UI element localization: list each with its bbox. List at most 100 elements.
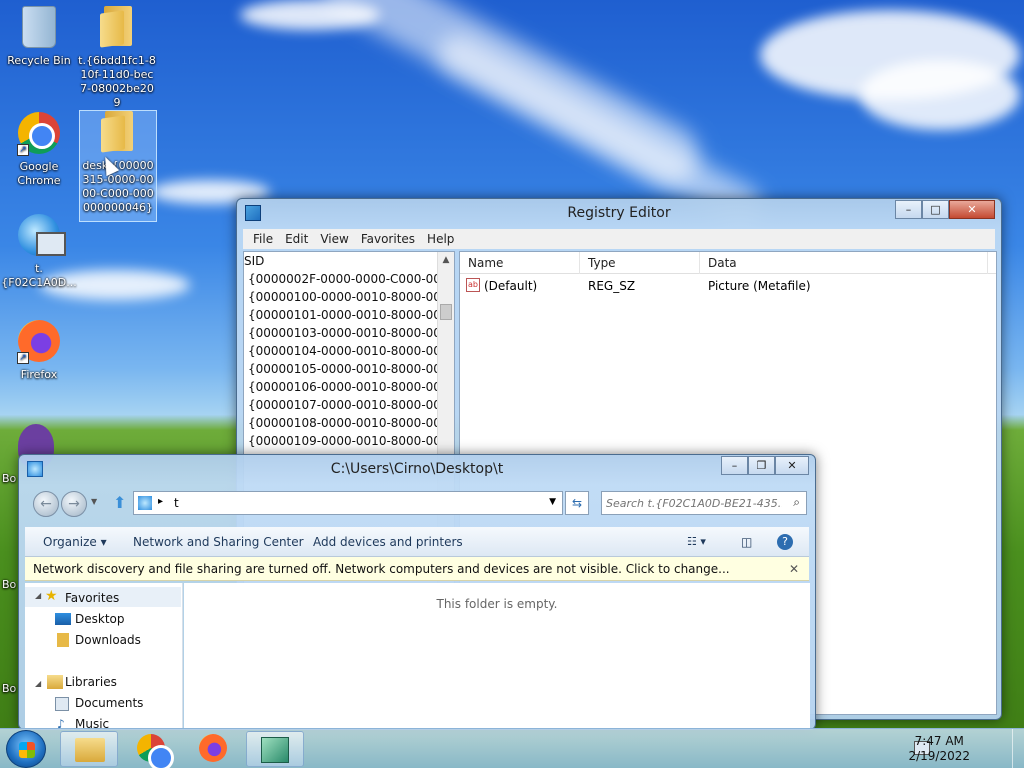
desktop-icon-network[interactable]: t.{F02C1A0D... (0, 214, 78, 290)
close-button[interactable]: ✕ (775, 456, 809, 475)
refresh-button[interactable]: ⇆ (565, 491, 589, 515)
wallpaper-cloud (240, 0, 380, 30)
desktop-icon-folder-t[interactable]: t.{6bdd1fc1-810f-11d0-bec7-08002be209 (78, 6, 156, 110)
taskbar-chrome[interactable] (122, 731, 180, 768)
preview-pane-icon[interactable]: ◫ (741, 535, 752, 549)
window-title: Registry Editor (567, 205, 671, 221)
nav-libraries[interactable]: Libraries (65, 675, 117, 689)
registry-titlebar[interactable]: Registry Editor – □ ✕ (237, 199, 1001, 227)
maximize-button[interactable]: ❐ (748, 456, 775, 475)
show-desktop-button[interactable] (1012, 729, 1024, 768)
value-type: REG_SZ (588, 279, 636, 293)
tree-item[interactable]: {00000105-0000-0010-8000-00AA006 (244, 360, 454, 378)
breadcrumb-chevron-icon[interactable]: ▸ (158, 496, 163, 507)
file-list-pane[interactable]: This folder is empty. (184, 583, 810, 729)
system-clock[interactable]: 7:47 AM 2/19/2022 (908, 734, 970, 764)
menu-view[interactable]: View (314, 229, 354, 249)
tree-item[interactable]: {00000107-0000-0010-8000-00AA006 (244, 396, 454, 414)
column-type[interactable]: Type (580, 252, 700, 274)
menu-help[interactable]: Help (421, 229, 460, 249)
taskbar-regedit[interactable] (246, 731, 304, 767)
start-button[interactable] (6, 730, 46, 768)
registry-menubar: File Edit View Favorites Help (243, 229, 995, 249)
tree-item[interactable]: {00000108-0000-0010-8000-00AA006 (244, 414, 454, 432)
nav-documents[interactable]: Documents (75, 696, 143, 710)
breadcrumb[interactable]: t (174, 496, 179, 510)
tree-item[interactable]: {00000106-0000-0010-8000-00AA006 (244, 378, 454, 396)
shortcut-arrow-icon: ↗ (17, 144, 29, 156)
desktop-icon-label: t.{F02C1A0D... (1, 262, 77, 289)
desktop-icon-folder-desk[interactable]: desk.{00000315-0000-0000-C000-0000000000… (79, 110, 157, 222)
close-infobar-icon[interactable]: ✕ (789, 557, 799, 581)
desktop-icon-label: t.{6bdd1fc1-810f-11d0-bec7-08002be209 (78, 54, 156, 109)
scroll-thumb[interactable] (440, 304, 452, 320)
nav-favorites[interactable]: Favorites (65, 591, 119, 605)
desktop-icon-firefox[interactable]: ↗ Firefox (0, 320, 78, 382)
expand-arrow-icon[interactable]: ◢ (35, 679, 41, 688)
nav-desktop[interactable]: Desktop (75, 612, 125, 626)
explorer-window[interactable]: C:\Users\Cirno\Desktop\t – ❐ ✕ ← → ▼ ⬆ ▸… (18, 454, 816, 730)
documents-icon (55, 697, 69, 711)
infobar-text: Network discovery and file sharing are t… (33, 562, 730, 576)
value-data: Picture (Metafile) (708, 279, 811, 293)
explorer-titlebar[interactable]: C:\Users\Cirno\Desktop\t – ❐ ✕ (19, 455, 815, 483)
nav-downloads[interactable]: Downloads (75, 633, 141, 647)
view-options-icon[interactable]: ☷ ▾ (687, 535, 706, 548)
value-name: (Default) (484, 279, 538, 293)
network-icon (17, 214, 66, 258)
maximize-button[interactable]: □ (922, 200, 949, 219)
navigation-pane[interactable]: ◢ ★ Favorites Desktop Downloads ◢ Librar… (25, 583, 183, 729)
taskbar-firefox[interactable] (184, 731, 242, 767)
address-bar[interactable]: ▸ t ▼ (133, 491, 563, 515)
window-title: C:\Users\Cirno\Desktop\t (330, 461, 504, 477)
back-button[interactable]: ← (33, 491, 59, 517)
recent-pages-chevron-icon[interactable]: ▼ (91, 497, 97, 506)
desktop-icon-google-chrome[interactable]: ↗ Google Chrome (0, 112, 78, 188)
network-sharing-center-button[interactable]: Network and Sharing Center (133, 535, 304, 549)
help-icon[interactable]: ? (777, 534, 793, 550)
search-icon[interactable]: ⌕ (793, 495, 800, 510)
tree-item[interactable]: {00000101-0000-0010-8000-00AA006 (244, 306, 454, 324)
desktop-icon-recycle-bin[interactable]: Recycle Bin (0, 6, 78, 68)
up-arrow-icon[interactable]: ⬆ (113, 493, 126, 512)
folder-icon (95, 6, 139, 50)
organize-button[interactable]: Organize ▾ (43, 535, 107, 549)
network-discovery-infobar[interactable]: Network discovery and file sharing are t… (25, 557, 809, 581)
search-box[interactable]: ⌕ (601, 491, 807, 515)
tree-item[interactable]: {00000104-0000-0010-8000-00AA006 (244, 342, 454, 360)
tree-item[interactable]: SID (244, 252, 454, 270)
tree-item[interactable]: {00000103-0000-0010-8000-00AA006 (244, 324, 454, 342)
menu-edit[interactable]: Edit (279, 229, 314, 249)
menu-file[interactable]: File (247, 229, 279, 249)
forward-button[interactable]: → (61, 491, 87, 517)
chrome-icon (137, 734, 174, 768)
table-row[interactable]: ab (Default) REG_SZ Picture (Metafile) (460, 276, 996, 296)
desktop-icon-label: Google Chrome (17, 160, 61, 187)
tree-item[interactable]: {00000100-0000-0010-8000-00AA006 (244, 288, 454, 306)
search-input[interactable] (606, 494, 782, 512)
firefox-icon (199, 734, 227, 762)
downloads-icon (57, 633, 69, 647)
shortcut-arrow-icon: ↗ (17, 352, 29, 364)
clock-date: 2/19/2022 (908, 749, 970, 763)
menu-favorites[interactable]: Favorites (355, 229, 421, 249)
minimize-button[interactable]: – (895, 200, 922, 219)
network-folder-icon (138, 496, 152, 510)
close-button[interactable]: ✕ (949, 200, 995, 219)
wallpaper-cloud (860, 60, 1020, 130)
tree-item[interactable]: {00000109-0000-0010-8000-00AA006 (244, 432, 454, 450)
taskbar-explorer[interactable] (60, 731, 118, 767)
star-icon: ★ (45, 588, 58, 604)
command-bar: Organize ▾ Network and Sharing Center Ad… (25, 527, 809, 557)
add-devices-printers-button[interactable]: Add devices and printers (313, 535, 463, 549)
expand-arrow-icon[interactable]: ◢ (35, 591, 41, 600)
column-name[interactable]: Name (460, 252, 580, 274)
clock-time: 7:47 AM (914, 734, 964, 748)
firefox-icon: ↗ (17, 320, 61, 364)
tree-item[interactable]: {0000002F-0000-0000-C000-0000000 (244, 270, 454, 288)
folder-icon (96, 111, 140, 155)
scroll-up-arrow-icon[interactable]: ▲ (438, 252, 454, 268)
column-data[interactable]: Data (700, 252, 988, 274)
address-dropdown-icon[interactable]: ▼ (549, 497, 556, 507)
minimize-button[interactable]: – (721, 456, 748, 475)
